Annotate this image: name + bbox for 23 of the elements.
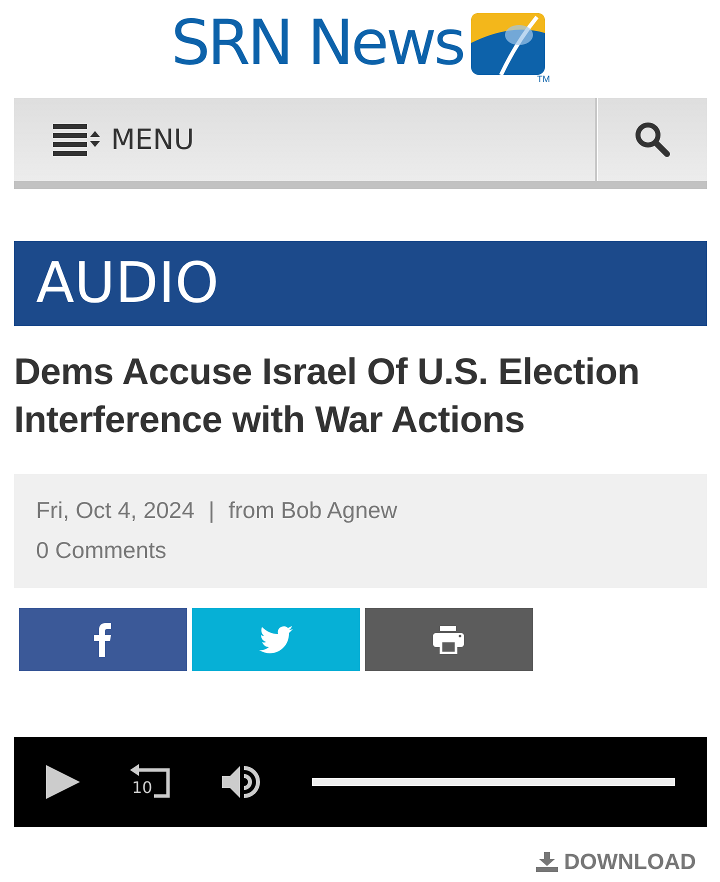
separator: | <box>208 496 214 525</box>
bird-icon <box>259 626 293 654</box>
facebook-share-button[interactable] <box>19 608 187 671</box>
logo-icon <box>471 13 546 75</box>
printer-icon <box>433 626 465 654</box>
byline: from Bob Agnew <box>228 496 398 525</box>
download-icon <box>536 852 558 872</box>
twitter-share-button[interactable] <box>192 608 360 671</box>
comments-link[interactable]: 0 Comments <box>36 537 166 563</box>
date: Fri, Oct 4, 2024 <box>36 496 195 525</box>
download-link[interactable]: DOWNLOAD <box>536 849 696 875</box>
section-banner: AUDIO <box>14 241 707 326</box>
print-share-button[interactable] <box>365 608 533 671</box>
progress-track[interactable] <box>312 778 675 786</box>
menu-button[interactable]: MENU <box>14 98 597 181</box>
rewind-button[interactable]: 10 <box>130 764 170 800</box>
trademark: TM <box>537 75 550 84</box>
play-button[interactable] <box>46 765 80 799</box>
search-icon <box>634 120 672 158</box>
headline: Dems Accuse Israel Of U.S. Election Interference with War Actions <box>14 350 641 442</box>
facebook-icon <box>94 622 112 656</box>
menu-icon <box>53 124 101 156</box>
logo-text: SRN News <box>170 10 464 76</box>
